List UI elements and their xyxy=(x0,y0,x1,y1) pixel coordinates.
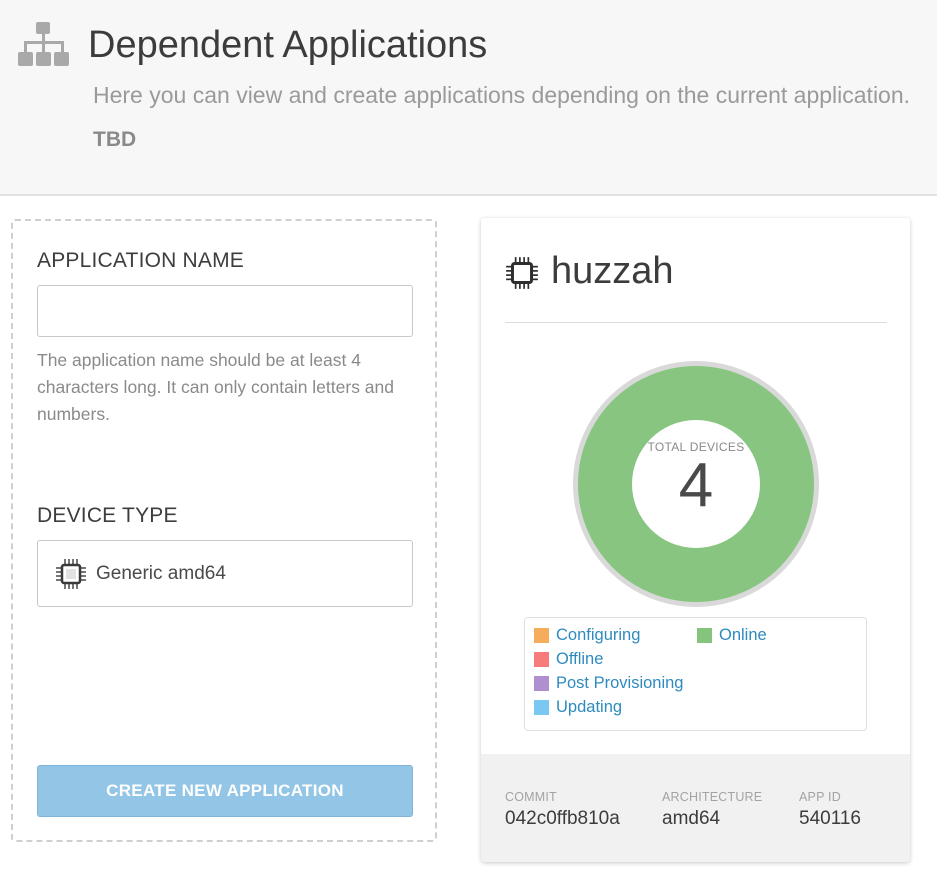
application-meta: COMMIT 042c0ffb810a ARCHITECTURE amd64 A… xyxy=(481,754,910,862)
legend-swatch xyxy=(697,628,712,643)
legend-swatch xyxy=(534,652,549,667)
legend-swatch xyxy=(534,676,549,691)
legend-item-updating[interactable]: Updating xyxy=(534,698,622,717)
create-application-button[interactable]: CREATE NEW APPLICATION xyxy=(37,765,413,817)
chip-icon xyxy=(506,257,538,289)
legend-swatch xyxy=(534,628,549,643)
legend-label: Updating xyxy=(556,698,623,716)
device-type-select[interactable]: Generic amd64 xyxy=(37,540,413,607)
device-type-value: Generic amd64 xyxy=(96,563,226,584)
legend-item-configuring[interactable]: Configuring xyxy=(534,626,640,645)
legend-item-post-provisioning[interactable]: Post Provisioning xyxy=(534,674,683,693)
legend-label: Online xyxy=(719,626,767,644)
status-legend: Configuring Online Offline Post Provisio… xyxy=(524,617,867,731)
chip-icon xyxy=(56,559,86,589)
meta-key: COMMIT xyxy=(505,790,557,804)
meta-key: APP ID xyxy=(799,790,841,804)
meta-value: 042c0ffb810a xyxy=(505,808,620,829)
device-type-label: DEVICE TYPE xyxy=(37,504,178,527)
application-name[interactable]: huzzah xyxy=(551,250,674,293)
meta-value: amd64 xyxy=(662,808,721,829)
legend-label: Post Provisioning xyxy=(556,674,684,692)
page-title: Dependent Applications xyxy=(88,24,488,66)
sitemap-icon xyxy=(18,22,69,66)
legend-swatch xyxy=(534,700,549,715)
create-application-form: APPLICATION NAME The application name sh… xyxy=(11,219,437,842)
legend-label: Offline xyxy=(556,650,604,668)
legend-item-offline[interactable]: Offline xyxy=(534,650,603,669)
total-devices-count: 4 xyxy=(678,451,714,520)
legend-item-online[interactable]: Online xyxy=(697,626,767,645)
page-subtitle: Here you can view and create application… xyxy=(93,82,911,108)
application-card: huzzah TOTAL DEVICES 4 Configuring Onlin… xyxy=(481,218,910,862)
page-header: Dependent Applications Here you can view… xyxy=(0,0,937,196)
meta-architecture: ARCHITECTURE amd64 xyxy=(662,790,762,830)
legend-label: Configuring xyxy=(556,626,641,644)
meta-key: ARCHITECTURE xyxy=(662,790,763,804)
meta-app-id: APP ID 540116 xyxy=(799,790,861,830)
application-name-input[interactable] xyxy=(37,285,413,337)
divider xyxy=(505,322,887,323)
application-name-label: APPLICATION NAME xyxy=(37,249,245,272)
meta-commit: COMMIT 042c0ffb810a xyxy=(505,790,620,830)
page-note: TBD xyxy=(93,128,137,151)
application-name-help: The application name should be at least … xyxy=(37,350,395,424)
meta-value: 540116 xyxy=(799,808,861,829)
